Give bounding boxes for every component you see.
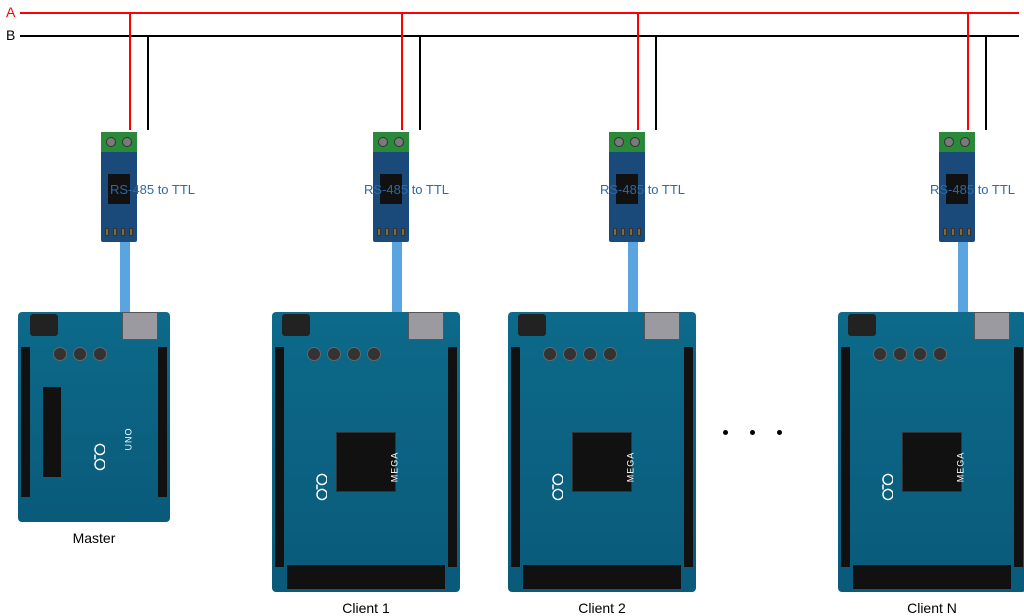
arduino-logo-icon — [85, 442, 105, 472]
barrel-jack-icon — [30, 314, 58, 336]
node-label: Master — [18, 530, 170, 546]
wire-a — [129, 12, 131, 130]
converter-label: RS-485 to TTL — [600, 182, 685, 197]
mcu-chip-icon — [43, 387, 61, 477]
wire-b — [419, 35, 421, 130]
arduino-logo-icon — [307, 472, 327, 502]
converter-label: RS-485 to TTL — [110, 182, 195, 197]
wire-b — [985, 35, 987, 130]
usb-port-icon — [974, 312, 1010, 340]
mcu-chip-icon — [572, 432, 632, 492]
node-label: Client 1 — [272, 600, 460, 616]
drop-wires — [69, 12, 119, 132]
ribbon-cable — [958, 242, 968, 312]
node-client-n: RS-485 to TTL MEGA Client N — [838, 12, 1024, 616]
wire-a — [967, 12, 969, 130]
wire-a — [637, 12, 639, 130]
board-model-text: UNO — [124, 428, 134, 451]
converter-label: RS-485 to TTL — [364, 182, 449, 197]
mcu-chip-icon — [336, 432, 396, 492]
board-model-text: MEGA — [956, 452, 966, 483]
barrel-jack-icon — [848, 314, 876, 336]
arduino-logo-icon — [543, 472, 563, 502]
node-client-1: RS-485 to TTL MEGA Client 1 — [272, 12, 460, 616]
ribbon-cable — [120, 242, 130, 312]
board-model-text: MEGA — [626, 452, 636, 483]
bus-label-b: B — [6, 27, 15, 43]
drop-wires — [577, 12, 627, 132]
drop-wires — [907, 12, 957, 132]
ribbon-cable — [628, 242, 638, 312]
board-model-text: MEGA — [390, 452, 400, 483]
wire-a — [401, 12, 403, 130]
node-master: RS-485 to TTL UNO Master — [18, 12, 170, 546]
usb-port-icon — [122, 312, 158, 340]
node-label: Client 2 — [508, 600, 696, 616]
arduino-mega-board: MEGA — [508, 312, 696, 592]
mcu-chip-icon — [902, 432, 962, 492]
barrel-jack-icon — [282, 314, 310, 336]
wire-b — [147, 35, 149, 130]
arduino-uno-board: UNO — [18, 312, 170, 522]
bus-label-a: A — [6, 4, 15, 20]
ribbon-cable — [392, 242, 402, 312]
node-label: Client N — [838, 600, 1024, 616]
arduino-logo-icon — [873, 472, 893, 502]
usb-port-icon — [408, 312, 444, 340]
arduino-mega-board: MEGA — [272, 312, 460, 592]
converter-label: RS-485 to TTL — [930, 182, 1015, 197]
drop-wires — [341, 12, 391, 132]
wire-b — [655, 35, 657, 130]
arduino-mega-board: MEGA — [838, 312, 1024, 592]
ellipsis-icon — [723, 430, 782, 435]
barrel-jack-icon — [518, 314, 546, 336]
node-client-2: RS-485 to TTL MEGA Client 2 — [508, 12, 696, 616]
usb-port-icon — [644, 312, 680, 340]
